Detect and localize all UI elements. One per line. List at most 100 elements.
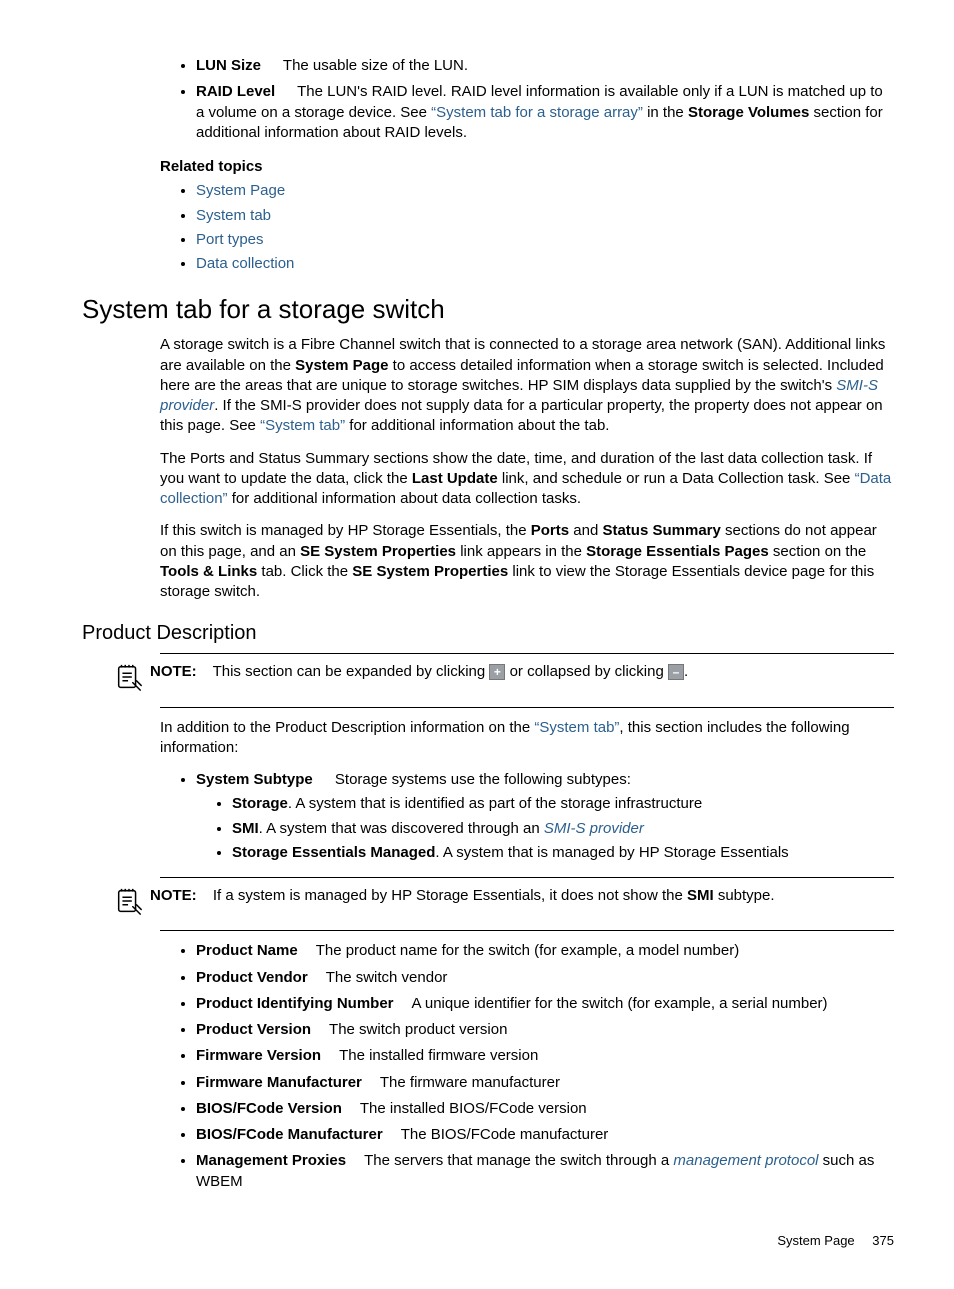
note1-text: NOTE: This section can be expanded by cl…	[150, 662, 894, 682]
note1-label: NOTE:	[150, 663, 197, 680]
subtype-sem: Storage Essentials Managed. A system tha…	[232, 843, 894, 863]
firmware-version-item: Firmware VersionThe installed firmware v…	[196, 1046, 894, 1066]
firmware-manufacturer-item: Firmware ManufacturerThe firmware manufa…	[196, 1073, 894, 1093]
lun-size-item: LUN Size The usable size of the LUN.	[196, 56, 894, 76]
related-link-port-types[interactable]: Port types	[196, 231, 264, 248]
mprox-t1: The servers that manage the switch throu…	[364, 1152, 673, 1169]
note-icon	[114, 886, 150, 922]
product-vendor-text: The switch vendor	[326, 969, 448, 986]
system-subtype-term: System Subtype	[196, 771, 313, 788]
lun-raid-list: LUN Size The usable size of the LUN. RAI…	[160, 56, 894, 143]
note1-t2: or collapsed by clicking	[505, 663, 668, 680]
management-proxies-term: Management Proxies	[196, 1152, 346, 1169]
related-item: Data collection	[196, 254, 894, 274]
note-rule	[160, 707, 894, 708]
p3-b2: Status Summary	[602, 522, 720, 539]
related-topics-heading: Related topics	[160, 157, 894, 177]
switch-p1: A storage switch is a Fibre Channel swit…	[160, 335, 894, 436]
product-name-text: The product name for the switch (for exa…	[316, 942, 740, 959]
expand-icon: +	[489, 664, 505, 680]
subtype-smi: SMI. A system that was discovered throug…	[232, 819, 894, 839]
product-version-item: Product Version The switch product versio…	[196, 1020, 894, 1040]
product-id-item: Product Identifying Number A unique ident…	[196, 994, 894, 1014]
note2-label: NOTE:	[150, 887, 197, 904]
product-vendor-term: Product Vendor	[196, 969, 308, 986]
product-name-term: Product Name	[196, 942, 298, 959]
raid-t2: in the	[643, 104, 688, 121]
p2-t2: link, and schedule or run a Data Collect…	[498, 470, 855, 487]
p3-b3: SE System Properties	[300, 543, 456, 560]
p3-b5: Tools & Links	[160, 563, 257, 580]
bios-version-term: BIOS/FCode Version	[196, 1100, 342, 1117]
mprox-link[interactable]: management protocol	[673, 1152, 818, 1169]
note2-t1: If a system is managed by HP Storage Ess…	[213, 887, 687, 904]
related-link-system-page[interactable]: System Page	[196, 182, 285, 199]
p2-b1: Last Update	[412, 470, 498, 487]
subtype-list: System Subtype Storage systems use the f…	[160, 770, 894, 863]
raid-b1: Storage Volumes	[688, 104, 809, 121]
bios-version-item: BIOS/FCode Version The installed BIOS/FCo…	[196, 1099, 894, 1119]
p1-t4: for additional information about the tab…	[345, 417, 609, 434]
firmware-manufacturer-text: The firmware manufacturer	[380, 1074, 560, 1091]
note-rule	[160, 930, 894, 931]
bios-version-text: The installed BIOS/FCode version	[360, 1100, 587, 1117]
related-link-system-tab[interactable]: System tab	[196, 207, 271, 224]
p3-t5: section on the	[769, 543, 867, 560]
related-item: System tab	[196, 206, 894, 226]
note-expand-collapse: NOTE: This section can be expanded by cl…	[160, 653, 894, 707]
system-subtype-item: System Subtype Storage systems use the f…	[196, 770, 894, 863]
product-id-term: Product Identifying Number	[196, 995, 394, 1012]
product-name-item: Product Name The product name for the swi…	[196, 941, 894, 961]
heading-storage-switch: System tab for a storage switch	[82, 292, 894, 327]
product-version-term: Product Version	[196, 1021, 311, 1038]
pd-intro-link[interactable]: “System tab”	[534, 719, 619, 736]
p3-t1: If this switch is managed by HP Storage …	[160, 522, 531, 539]
subtype-storage-b: Storage	[232, 795, 288, 812]
subtype-smi-link[interactable]: SMI-S provider	[544, 820, 644, 837]
system-subtype-text: Storage systems use the following subtyp…	[335, 771, 631, 788]
fields-list: Product Name The product name for the swi…	[160, 941, 894, 1192]
related-item: Port types	[196, 230, 894, 250]
storage-switch-body: A storage switch is a Fibre Channel swit…	[160, 335, 894, 602]
page-footer: System Page 375	[60, 1232, 894, 1250]
note-icon	[114, 662, 150, 698]
lun-size-term: LUN Size	[196, 57, 261, 74]
note1-t3: .	[684, 663, 688, 680]
note-rule	[160, 877, 894, 878]
footer-page-number: 375	[872, 1233, 894, 1248]
p3-b4: Storage Essentials Pages	[586, 543, 769, 560]
subtype-smi-b: SMI	[232, 820, 259, 837]
related-link-data-collection[interactable]: Data collection	[196, 255, 294, 272]
firmware-version-text: The installed firmware version	[339, 1047, 538, 1064]
p3-t6: tab. Click the	[257, 563, 352, 580]
product-id-text: A unique identifier for the switch (for …	[412, 995, 828, 1012]
lun-size-text: The usable size of the LUN.	[283, 57, 468, 74]
raid-level-item: RAID Level The LUN's RAID level. RAID le…	[196, 82, 894, 143]
fields-block: Product Name The product name for the swi…	[160, 941, 894, 1192]
note2-t2: subtype.	[714, 887, 775, 904]
subtype-sublist: Storage. A system that is identified as …	[196, 794, 894, 863]
note-smi-subtype: NOTE: If a system is managed by HP Stora…	[160, 877, 894, 931]
related-topics-list: System Page System tab Port types Data c…	[160, 181, 894, 274]
bios-manufacturer-text: The BIOS/FCode manufacturer	[401, 1126, 609, 1143]
switch-p2: The Ports and Status Summary sections sh…	[160, 449, 894, 510]
p3-t4: link appears in the	[456, 543, 586, 560]
subtype-sem-b: Storage Essentials Managed	[232, 844, 435, 861]
footer-label: System Page	[777, 1233, 854, 1248]
related-item: System Page	[196, 181, 894, 201]
product-version-text: The switch product version	[329, 1021, 507, 1038]
p3-t2: and	[569, 522, 602, 539]
switch-p3: If this switch is managed by HP Storage …	[160, 521, 894, 602]
collapse-icon: –	[668, 664, 684, 680]
note2-b1: SMI	[687, 887, 714, 904]
bios-manufacturer-term: BIOS/FCode Manufacturer	[196, 1126, 383, 1143]
note1-t1: This section can be expanded by clicking	[213, 663, 490, 680]
p2-t3: for additional information about data co…	[228, 490, 582, 507]
p3-b1: Ports	[531, 522, 569, 539]
note2-text: NOTE: If a system is managed by HP Stora…	[150, 886, 894, 906]
lun-raid-list-wrap: LUN Size The usable size of the LUN. RAI…	[160, 56, 894, 143]
raid-link-storage-array[interactable]: “System tab for a storage array”	[431, 104, 643, 121]
bios-manufacturer-item: BIOS/FCode Manufacturer The BIOS/FCode ma…	[196, 1125, 894, 1145]
p1-link-system-tab[interactable]: “System tab”	[260, 417, 345, 434]
heading-product-description: Product Description	[82, 620, 894, 647]
